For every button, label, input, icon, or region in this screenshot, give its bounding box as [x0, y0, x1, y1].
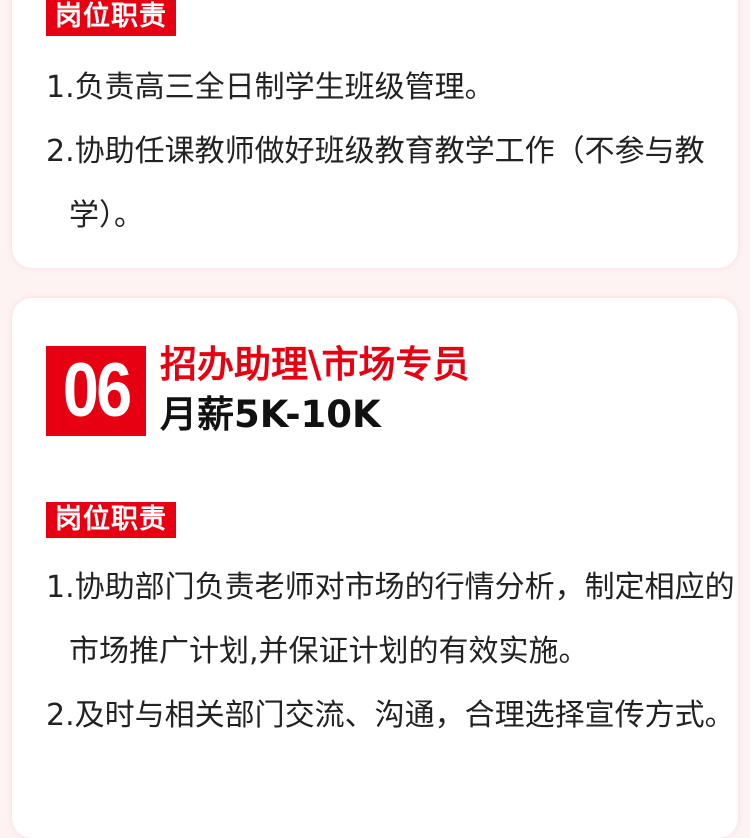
- job-title: 招办助理\市场专员: [160, 343, 470, 386]
- duty-item: 2.协助任课教师做好班级教育教学工作（不参与教学）。: [46, 134, 705, 233]
- job-salary: 月薪5K-10K: [160, 393, 381, 436]
- duty-item: 1.协助部门负责老师对市场的行情分析，制定相应的市场推广计划,并保证计划的有效实…: [46, 570, 735, 669]
- duty-item: 1.负责高三全日制学生班级管理。: [46, 70, 495, 105]
- job-number-badge: 06: [46, 346, 146, 436]
- section-tag: 岗位职责: [46, 0, 176, 36]
- job-number: 06: [62, 348, 132, 433]
- duty-item: 2.及时与相关部门交流、沟通，合理选择宣传方式。: [46, 698, 735, 733]
- section-tag: 岗位职责: [46, 502, 176, 538]
